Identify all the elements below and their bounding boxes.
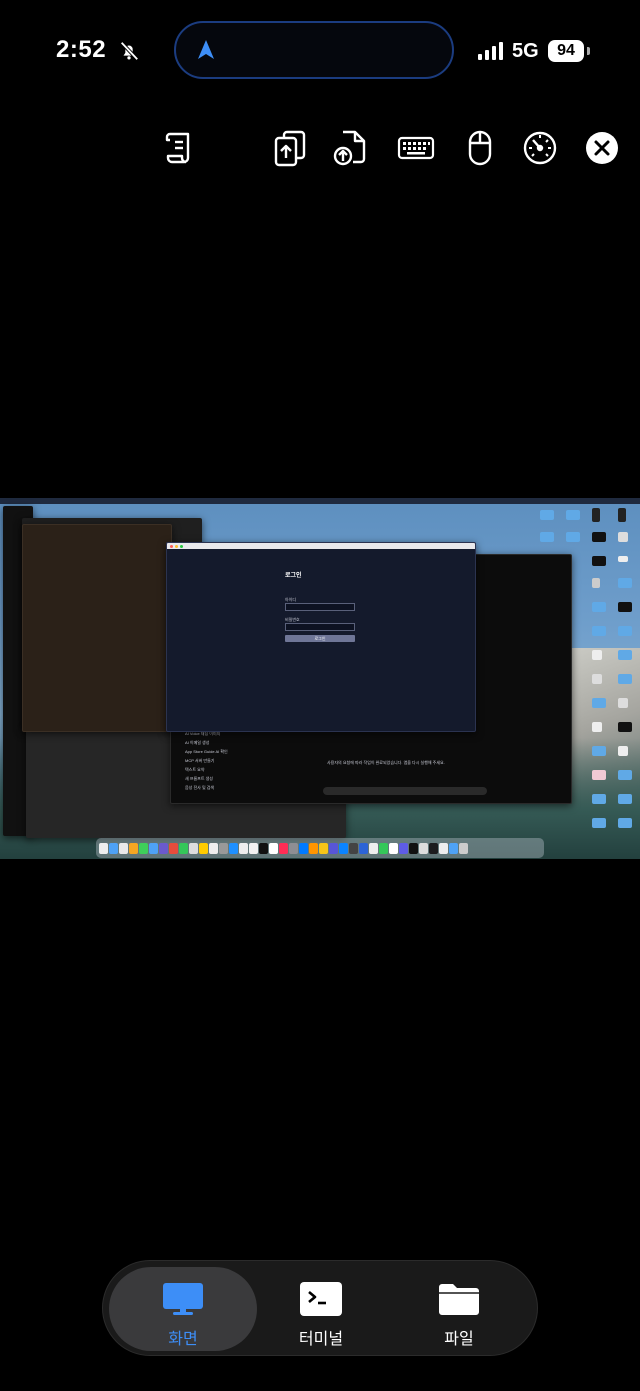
terminal-icon (300, 1282, 342, 1316)
status-time: 2:52 (56, 36, 107, 63)
upload-file-icon (333, 130, 366, 166)
upload-copy-button[interactable] (268, 126, 312, 170)
login-title: 로그인 (285, 573, 302, 579)
keyboard-icon (397, 136, 435, 160)
upload-copy-icon (274, 130, 306, 167)
chat-sidebar-item[interactable]: MCP 서버 만들기 (185, 758, 325, 764)
chat-sidebar-item[interactable]: AI 이메일 생성 (185, 740, 325, 746)
signal-bars-icon (478, 42, 503, 60)
mac-dock[interactable] (96, 838, 544, 858)
mac-menubar (0, 498, 640, 504)
speedometer-icon (523, 131, 557, 165)
password-field[interactable] (285, 623, 355, 631)
login-window[interactable]: 로그인 아이디 비밀번호 로그인 (166, 542, 476, 732)
folder-icon (439, 1284, 479, 1315)
tab-screen-label: 화면 (168, 1331, 198, 1348)
close-icon (586, 132, 618, 164)
chat-sidebar-item[interactable]: 새 프롬프트 생성 (185, 776, 325, 782)
mouse-icon (468, 130, 492, 166)
chat-sidebar-item[interactable]: 텍스트 요약 (185, 767, 325, 773)
chat-sidebar-item[interactable]: 음성 전사 및 검색 (185, 785, 325, 791)
script-button[interactable] (158, 126, 202, 170)
keyboard-button[interactable] (394, 126, 438, 170)
tab-screen[interactable]: 화면 (109, 1267, 257, 1351)
bottom-tab-bar: 화면 터미널 파일 (102, 1260, 538, 1356)
close-button[interactable] (580, 126, 624, 170)
chat-message: 사용자의 요청에 따라 작업이 완료되었습니다. 앱을 다시 실행해 주세요. (327, 760, 445, 765)
chat-sidebar: AI Voice 채팅 이미지 AI 이메일 생성 App Store Guid… (185, 731, 325, 794)
username-field[interactable] (285, 603, 355, 611)
login-button-label: 로그인 (314, 636, 326, 641)
battery-tip (587, 47, 590, 55)
login-titlebar (167, 543, 475, 549)
location-arrow-icon (198, 40, 214, 59)
dynamic-island[interactable] (174, 21, 454, 79)
close-dot[interactable] (170, 544, 173, 548)
editor-window[interactable] (22, 524, 172, 732)
chat-input[interactable] (323, 787, 487, 795)
network-type: 5G (512, 40, 539, 62)
bell-slash-icon (120, 41, 139, 61)
tab-files[interactable]: 파일 (385, 1267, 533, 1351)
chat-sidebar-item[interactable]: App Store Guide AI 확인 (185, 749, 325, 755)
login-button[interactable]: 로그인 (285, 635, 355, 642)
mouse-button[interactable] (458, 126, 502, 170)
monitor-icon (163, 1283, 203, 1315)
tab-terminal[interactable]: 터미널 (247, 1267, 395, 1351)
remote-screen[interactable]: AI Voice 채팅 이미지 AI 이메일 생성 App Store Guid… (0, 498, 640, 859)
speed-button[interactable] (518, 126, 562, 170)
upload-file-button[interactable] (328, 126, 372, 170)
minimize-dot[interactable] (175, 544, 178, 548)
zoom-dot[interactable] (180, 544, 183, 548)
tab-terminal-label: 터미널 (298, 1331, 344, 1348)
script-scroll-icon (165, 132, 190, 164)
tab-files-label: 파일 (444, 1331, 474, 1348)
battery-icon: 94 (548, 40, 584, 62)
